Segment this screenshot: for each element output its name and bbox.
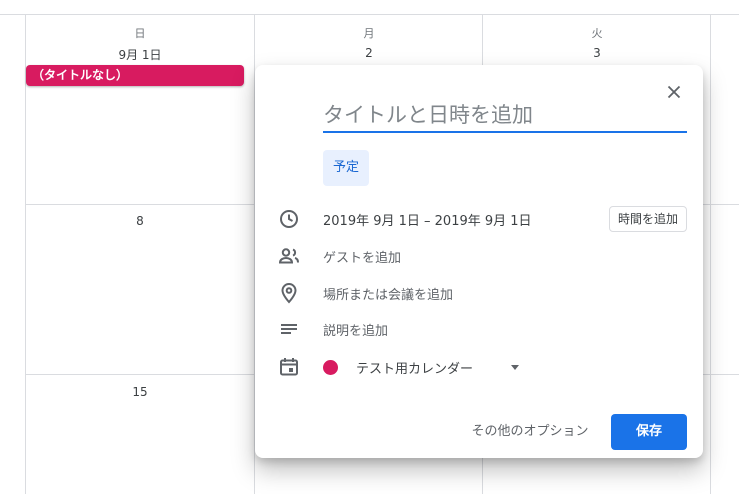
location-row[interactable]: 場所または会議を追加 bbox=[277, 280, 687, 306]
day-of-week-label: 月 bbox=[363, 27, 375, 40]
notes-icon bbox=[281, 324, 297, 334]
calendar-select-row[interactable]: テスト用カレンダー bbox=[277, 354, 687, 380]
day-of-week-label: 日 bbox=[134, 27, 146, 40]
add-description-text[interactable]: 説明を追加 bbox=[323, 320, 388, 339]
quick-event-dialog: 予定 2019年 9月 1日 – 2019年 9月 1日 時間を追加 ゲストを追… bbox=[255, 65, 703, 458]
location-pin-icon bbox=[281, 283, 297, 304]
date-time-row: 2019年 9月 1日 – 2019年 9月 1日 時間を追加 bbox=[277, 206, 687, 232]
description-row[interactable]: 説明を追加 bbox=[277, 316, 687, 342]
event-chip[interactable]: （タイトルなし） bbox=[26, 65, 244, 86]
date-label[interactable]: 8 bbox=[26, 214, 254, 228]
day-header-monday[interactable]: 月 2 bbox=[255, 25, 483, 60]
more-options-button[interactable]: その他のオプション bbox=[455, 414, 605, 450]
clock-icon bbox=[280, 210, 298, 228]
calendar-color-dot bbox=[323, 360, 338, 375]
add-location-text[interactable]: 場所または会議を追加 bbox=[323, 284, 453, 303]
day-header-tuesday[interactable]: 火 3 bbox=[483, 25, 711, 60]
dropdown-caret-icon[interactable] bbox=[511, 365, 519, 370]
people-icon bbox=[278, 248, 299, 264]
calendar-icon bbox=[280, 358, 298, 376]
date-label[interactable]: 15 bbox=[26, 385, 254, 399]
date-label[interactable]: 9月 1日 bbox=[26, 46, 254, 63]
grid-column-divider bbox=[25, 14, 26, 494]
add-time-button[interactable]: 時間を追加 bbox=[608, 206, 687, 232]
date-range-text[interactable]: 2019年 9月 1日 – 2019年 9月 1日 bbox=[323, 210, 532, 229]
grid-top-divider bbox=[0, 14, 739, 15]
add-guests-text[interactable]: ゲストを追加 bbox=[323, 247, 401, 266]
title-input[interactable] bbox=[323, 99, 687, 133]
calendar-name[interactable]: テスト用カレンダー bbox=[356, 358, 473, 377]
event-type-chip[interactable]: 予定 bbox=[323, 150, 370, 186]
day-of-week-label: 火 bbox=[591, 27, 603, 40]
save-button[interactable]: 保存 bbox=[611, 414, 687, 450]
date-label[interactable]: 3 bbox=[483, 46, 711, 60]
day-header-sunday[interactable]: 日 9月 1日 bbox=[26, 25, 254, 63]
guests-row[interactable]: ゲストを追加 bbox=[277, 243, 687, 269]
grid-column-divider bbox=[710, 14, 711, 494]
date-label[interactable]: 2 bbox=[255, 46, 483, 60]
